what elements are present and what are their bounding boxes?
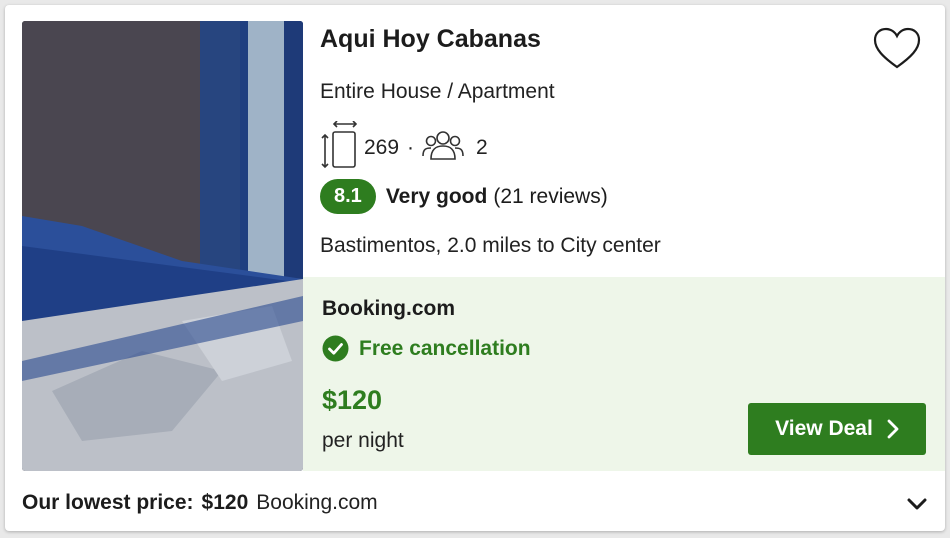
view-deal-button[interactable]: View Deal: [748, 403, 926, 455]
guests-icon: [422, 129, 464, 167]
lowest-price-label: Our lowest price:: [22, 491, 194, 514]
chevron-right-icon: [887, 419, 899, 439]
listing-photo[interactable]: [22, 21, 303, 471]
free-cancellation-label: Free cancellation: [359, 336, 531, 360]
heart-icon[interactable]: [873, 27, 921, 71]
property-type: Entire House / Apartment: [320, 80, 555, 103]
room-photo-image: [22, 21, 303, 471]
guests-value: 2: [476, 136, 488, 159]
deal-panel: Booking.com Free cancellation $120 per n…: [303, 277, 945, 471]
rating-row: 8.1 Very good (21 reviews): [320, 179, 608, 214]
lowest-price-provider: Booking.com: [256, 491, 378, 514]
review-count[interactable]: (21 reviews): [493, 185, 607, 209]
view-deal-label: View Deal: [775, 417, 873, 440]
check-circle-icon: [322, 335, 349, 362]
chevron-down-icon[interactable]: [904, 491, 930, 517]
listing-meta: 269 · 2: [320, 120, 488, 175]
free-cancellation: Free cancellation: [322, 335, 531, 362]
lowest-price-amount: $120: [201, 491, 249, 514]
deal-provider: Booking.com: [322, 297, 456, 320]
deal-price: $120: [322, 385, 383, 415]
hotel-card: Aqui Hoy Cabanas Entire House / Apartmen…: [5, 5, 945, 531]
rating-badge: 8.1: [320, 179, 376, 214]
lowest-price-footer[interactable]: Our lowest price: $120 Booking.com: [5, 475, 945, 531]
location-text: Bastimentos, 2.0 miles to City center: [320, 234, 661, 257]
room-size-icon: [320, 120, 358, 175]
price-unit: per night: [322, 429, 404, 452]
rating-label: Very good: [385, 184, 488, 208]
room-size-value: 269: [364, 136, 400, 159]
meta-separator: ·: [407, 136, 415, 159]
listing-title[interactable]: Aqui Hoy Cabanas: [320, 25, 541, 54]
listing-info: Aqui Hoy Cabanas Entire House / Apartmen…: [303, 5, 945, 277]
